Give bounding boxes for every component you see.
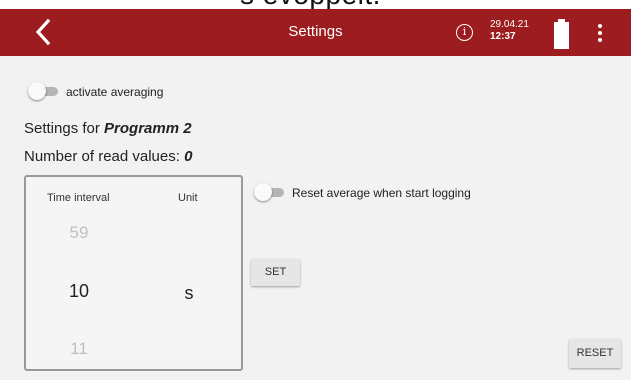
toggle-thumb: [28, 82, 46, 100]
app-bar: Settings i 29.04.21 12:37: [0, 9, 631, 56]
top-clipped-caption: s evoppelt.: [240, 0, 381, 9]
more-vertical-icon-dot: [598, 38, 602, 42]
unit-current-value[interactable]: s: [164, 283, 214, 304]
interval-current-value[interactable]: 10: [41, 281, 117, 302]
more-vertical-icon-dot: [598, 31, 602, 35]
battery-full-icon: [554, 19, 569, 49]
time-label: 12:37: [490, 31, 516, 42]
info-icon: i: [462, 25, 467, 38]
reset-average-toggle-label: Reset average when start logging: [292, 186, 471, 200]
read-values-count: Number of read values: 0: [24, 148, 192, 165]
interval-prev-value[interactable]: 59: [41, 223, 117, 243]
page-title: Settings: [288, 23, 343, 40]
toggle-thumb: [254, 183, 272, 201]
program-name: Programm 2: [104, 120, 192, 137]
date-label: 29.04.21: [490, 19, 529, 30]
read-values-prefix: Number of read values:: [24, 148, 185, 165]
overflow-menu-button[interactable]: [594, 23, 606, 43]
unit-header: Unit: [178, 192, 198, 204]
interval-wheel[interactable]: 59 10 11: [41, 217, 117, 362]
info-button[interactable]: i: [456, 24, 473, 41]
reset-button[interactable]: RESET: [569, 339, 621, 368]
set-button[interactable]: SET: [251, 259, 300, 286]
averaging-toggle[interactable]: [28, 81, 60, 101]
date-time-display: 29.04.21 12:37: [490, 19, 529, 43]
reset-average-toggle[interactable]: [254, 182, 286, 202]
more-vertical-icon: [598, 24, 602, 28]
time-interval-picker: Time interval Unit 59 10 11 s: [24, 175, 243, 371]
settings-for-program: Settings for Programm 2: [24, 120, 192, 137]
time-interval-header: Time interval: [47, 192, 110, 204]
interval-next-value[interactable]: 11: [41, 339, 117, 359]
unit-wheel[interactable]: s: [164, 217, 214, 362]
top-clipped-text: s evoppelt.: [0, 0, 631, 9]
read-values-number: 0: [184, 148, 193, 165]
averaging-toggle-label: activate averaging: [66, 85, 164, 99]
settings-for-prefix: Settings for: [24, 120, 105, 137]
